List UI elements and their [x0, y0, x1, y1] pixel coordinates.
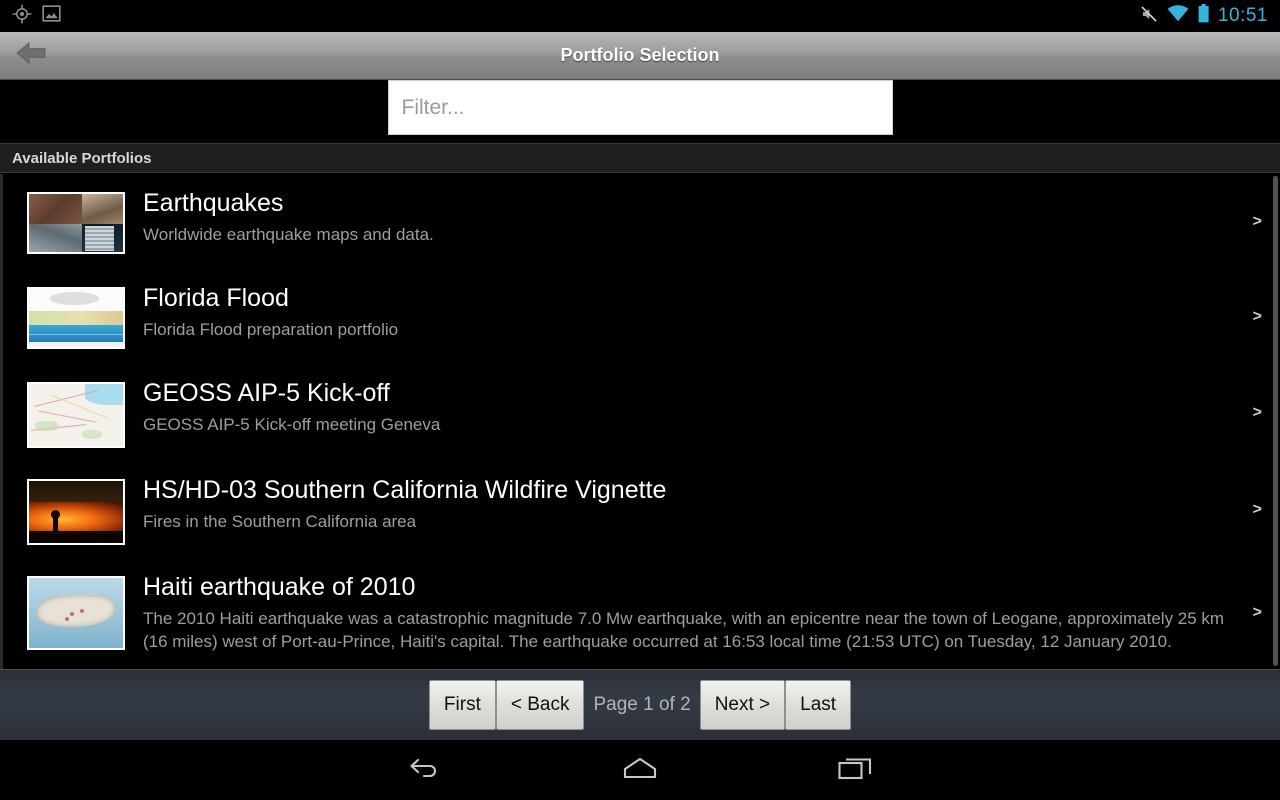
nav-back-icon	[408, 755, 442, 786]
list-item-description: Fires in the Southern California area	[143, 512, 417, 531]
chevron-right-icon[interactable]: >	[1253, 213, 1262, 231]
image-icon	[42, 4, 61, 28]
list-item[interactable]: Florida Flood Florida Flood preparation …	[3, 269, 1280, 364]
list-item[interactable]: GEOSS AIP-5 Kick-off GEOSS AIP-5 Kick-of…	[3, 364, 1280, 461]
wifi-icon	[1167, 5, 1189, 27]
list-item-description: The 2010 Haiti earthquake was a catastro…	[143, 609, 1225, 651]
list-item-description: GEOSS AIP-5 Kick-off meeting Geneva	[143, 415, 441, 434]
back-button[interactable]	[0, 32, 62, 80]
chevron-right-icon[interactable]: >	[1253, 308, 1262, 326]
next-page-button[interactable]: Next >	[699, 680, 786, 730]
filter-input[interactable]	[387, 80, 893, 135]
app-screen: 10:51 Portfolio Selection Available Port…	[0, 0, 1280, 800]
list-item-text: Florida Flood Florida Flood preparation …	[125, 283, 1240, 341]
chevron-right-icon[interactable]: >	[1253, 604, 1262, 622]
list-item-title: Haiti earthquake of 2010	[143, 573, 416, 601]
nav-home-button[interactable]	[533, 754, 748, 787]
title-bar: Portfolio Selection	[0, 32, 1280, 80]
list-item-title: Florida Flood	[143, 284, 289, 312]
nav-recents-icon	[837, 755, 873, 786]
geneva-street-map-thumbnail	[27, 382, 125, 448]
section-header-label: Available Portfolios	[12, 149, 152, 167]
list-scrollbar[interactable]	[1273, 176, 1278, 666]
list-item[interactable]: Haiti earthquake of 2010 The 2010 Haiti …	[3, 558, 1280, 668]
back-arrow-icon	[14, 40, 48, 71]
coastal-flood-diagram-thumbnail	[27, 287, 125, 349]
chevron-right-icon[interactable]: >	[1253, 501, 1262, 519]
list-item-description: Worldwide earthquake maps and data.	[143, 225, 434, 244]
mute-icon	[1140, 5, 1158, 28]
nav-recents-button[interactable]	[748, 755, 963, 786]
list-item-title: HS/HD-03 Southern California Wildfire Vi…	[143, 476, 667, 504]
list-item-text: HS/HD-03 Southern California Wildfire Vi…	[125, 475, 1240, 533]
list-item-text: GEOSS AIP-5 Kick-off GEOSS AIP-5 Kick-of…	[125, 378, 1240, 436]
scrollbar-thumb[interactable]	[1273, 176, 1278, 666]
status-bar-left-icons	[0, 3, 61, 29]
first-page-button[interactable]: First	[428, 680, 496, 730]
status-bar: 10:51	[0, 0, 1280, 32]
list-item[interactable]: HS/HD-03 Southern California Wildfire Vi…	[3, 461, 1280, 558]
earthquake-damage-collage-thumbnail	[27, 192, 125, 254]
list-item[interactable]: Earthquakes Worldwide earthquake maps an…	[3, 174, 1280, 269]
list-item-title: Earthquakes	[143, 189, 284, 217]
pagination-bar: First < Back Page 1 of 2 Next > Last	[0, 669, 1280, 740]
available-portfolios-header: Available Portfolios	[0, 143, 1280, 173]
filter-bar	[0, 80, 1280, 140]
nav-home-icon	[620, 754, 660, 787]
page-indicator: Page 1 of 2	[593, 694, 691, 715]
list-item-description: Florida Flood preparation portfolio	[143, 320, 399, 339]
haiti-island-map-thumbnail	[27, 576, 125, 650]
chevron-right-icon[interactable]: >	[1253, 404, 1262, 422]
list-item-text: Earthquakes Worldwide earthquake maps an…	[125, 188, 1240, 246]
previous-page-button[interactable]: < Back	[495, 680, 585, 730]
location-icon	[12, 3, 32, 29]
nav-back-button[interactable]	[318, 755, 533, 786]
last-page-button[interactable]: Last	[785, 680, 852, 730]
status-bar-right-icons: 10:51	[1140, 4, 1280, 28]
wildfire-night-photo-thumbnail	[27, 479, 125, 545]
portfolio-list[interactable]: Earthquakes Worldwide earthquake maps an…	[0, 174, 1280, 669]
list-item-title: GEOSS AIP-5 Kick-off	[143, 379, 390, 407]
page-title: Portfolio Selection	[560, 45, 720, 65]
battery-icon	[1198, 4, 1209, 28]
list-item-text: Haiti earthquake of 2010 The 2010 Haiti …	[125, 572, 1240, 653]
android-navigation-bar	[0, 740, 1280, 800]
status-bar-clock: 10:51	[1217, 5, 1268, 26]
